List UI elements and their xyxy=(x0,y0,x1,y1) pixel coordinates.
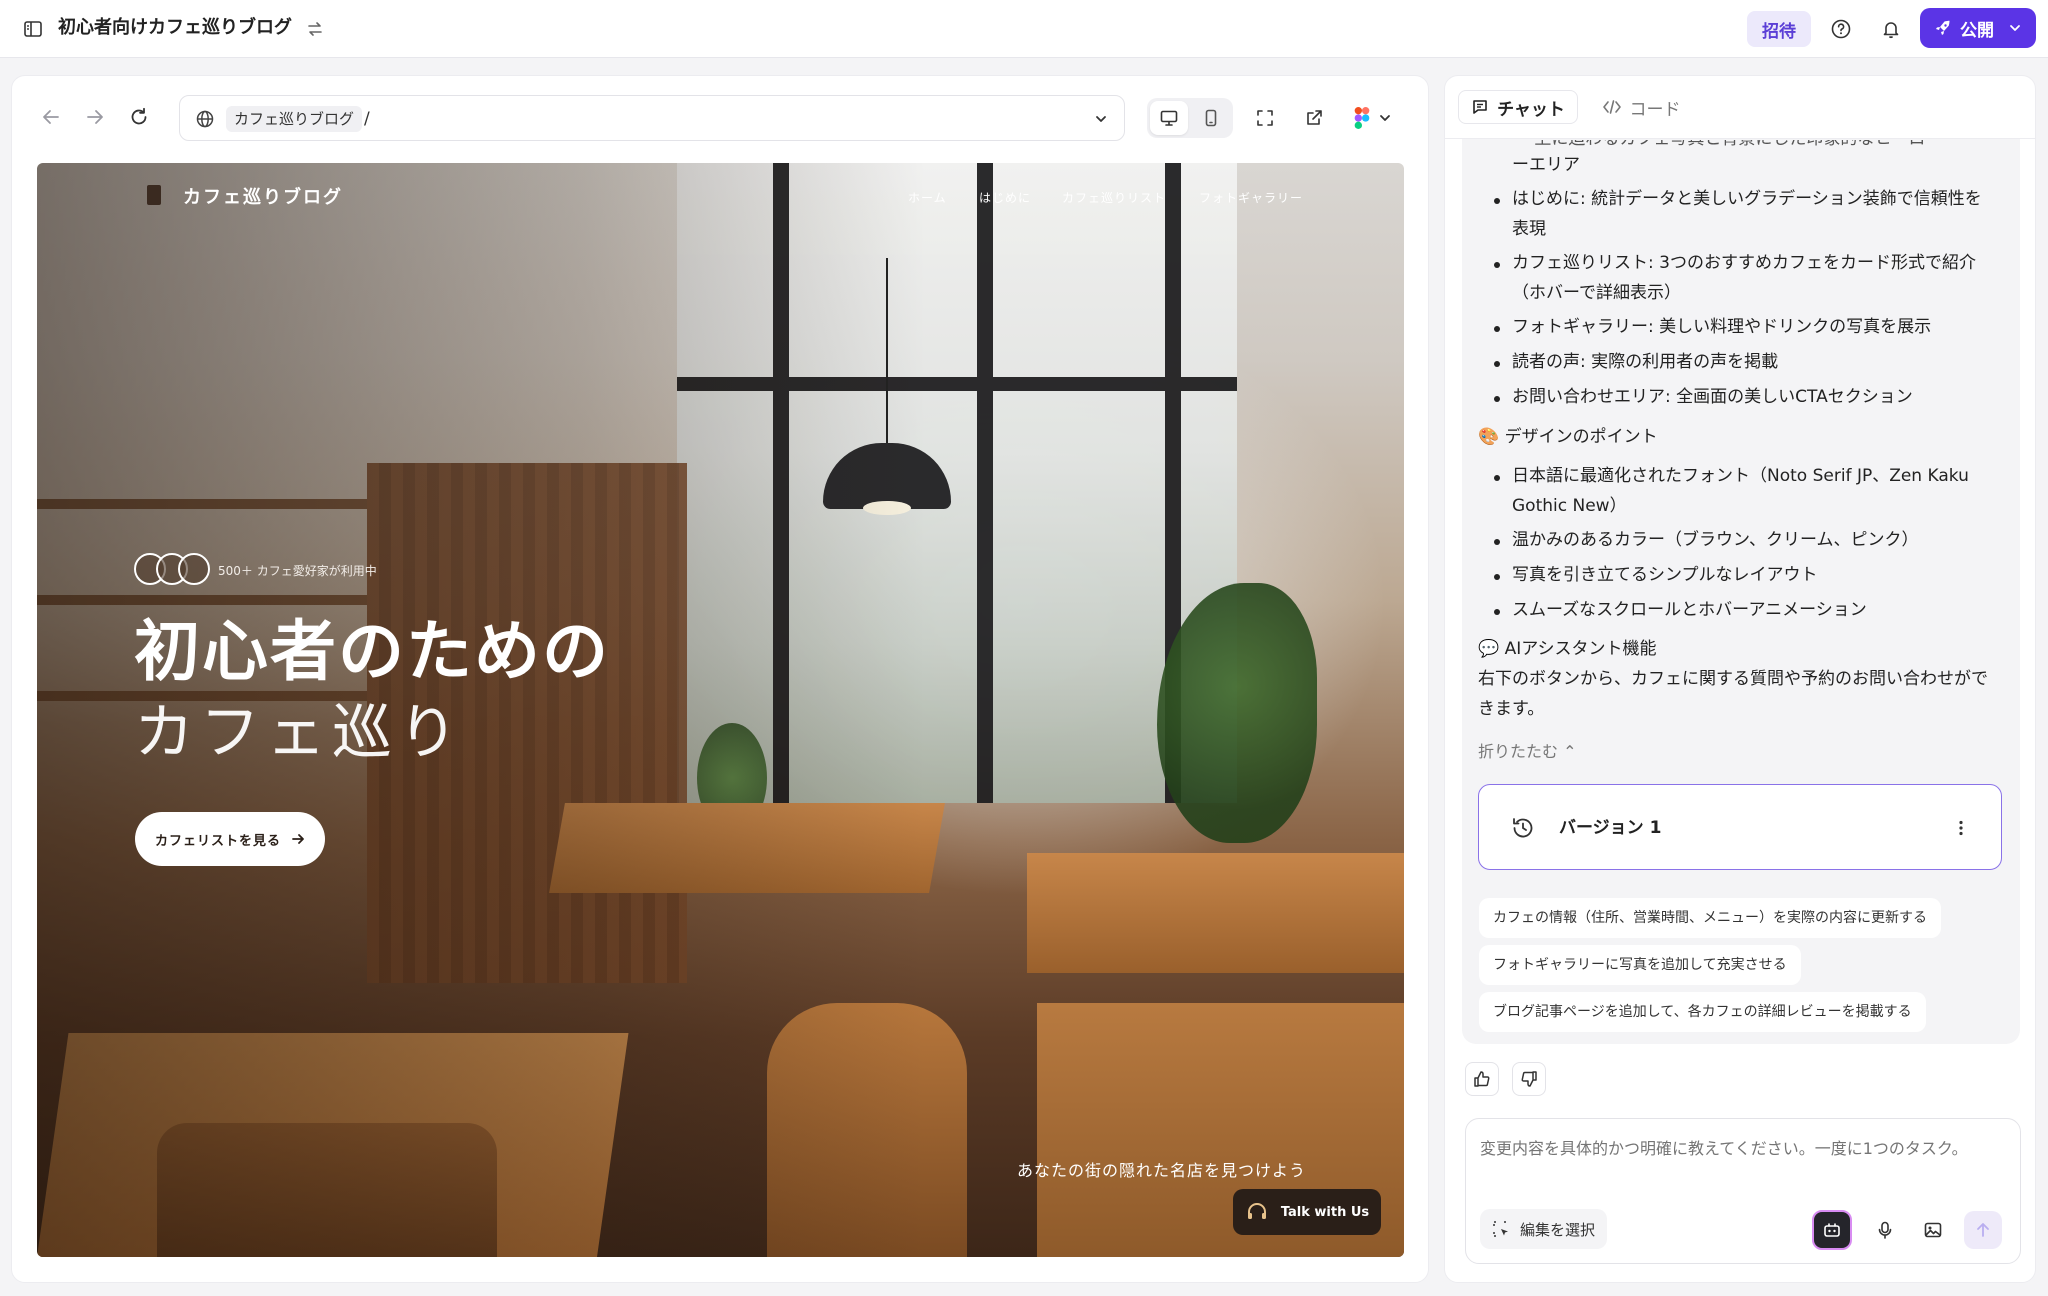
help-icon[interactable] xyxy=(1826,14,1856,44)
select-edit-button[interactable]: 編集を選択 xyxy=(1480,1209,1608,1249)
bullet xyxy=(1494,539,1500,545)
tab-code-label: コード xyxy=(1629,99,1681,120)
invite-button[interactable]: 招待 xyxy=(1747,11,1811,47)
site-logo-icon xyxy=(147,185,161,205)
bullet xyxy=(1494,396,1500,402)
user-avatars xyxy=(134,553,214,585)
figma-export-menu[interactable] xyxy=(1354,104,1404,132)
desktop-view-icon[interactable] xyxy=(1150,101,1188,135)
bullet xyxy=(1494,609,1500,615)
users-count-text: 500＋ カフェ愛好家が利用中 xyxy=(218,564,377,578)
message-line: 表現 xyxy=(1512,219,1546,239)
cafe-list-button[interactable]: カフェリストを見る xyxy=(135,812,325,866)
chat-bubble-icon xyxy=(1473,100,1487,114)
thumbs-down-icon[interactable] xyxy=(1512,1062,1546,1096)
avatar xyxy=(178,553,210,585)
message-line: 右下のボタンから、カフェに関する質問や予約のお問い合わせがで xyxy=(1478,669,1988,689)
talk-with-us-button[interactable]: Talk with Us xyxy=(1233,1189,1381,1235)
chevron-down-icon xyxy=(2010,25,2020,31)
select-cursor-icon xyxy=(1493,1221,1508,1237)
site-nav-cafe-list[interactable]: カフェ巡りリスト xyxy=(1062,189,1166,206)
tab-code[interactable]: コード xyxy=(1586,90,1696,124)
message-line: 写真を引き立てるシンプルなレイアウト xyxy=(1512,565,1818,585)
message-line: 読者の声: 実際の利用者の声を掲載 xyxy=(1512,352,1779,372)
website-preview[interactable]: カフェ巡りブログ ホーム はじめに カフェ巡りリスト フォトギャラリー 500＋… xyxy=(37,163,1404,1257)
bullet xyxy=(1494,198,1500,204)
select-edit-label: 編集を選択 xyxy=(1520,1220,1596,1239)
version-label: バージョン 1 xyxy=(1559,818,1662,838)
arrow-right-icon xyxy=(292,834,304,844)
tab-chat-label: チャット xyxy=(1497,99,1565,120)
message-line: Gothic New） xyxy=(1512,496,1627,516)
design-points-heading: 🎨 デザインのポイント xyxy=(1478,427,1658,447)
suggestion-chip[interactable]: ブログ記事ページを追加して、各カフェの詳細レビューを掲載する xyxy=(1479,992,1926,1032)
message-line: ーエリア xyxy=(1512,155,1580,175)
agent-mode-icon[interactable] xyxy=(1812,1210,1852,1250)
url-path: / xyxy=(364,109,370,129)
bullet xyxy=(1494,326,1500,332)
bullet xyxy=(1494,361,1500,367)
talk-label: Talk with Us xyxy=(1280,1204,1370,1220)
bell-icon[interactable] xyxy=(1876,14,1906,44)
message-line: カフェ巡りリスト: 3つのおすすめカフェをカード形式で紹介 xyxy=(1512,253,1976,273)
message-line: はじめに: 統計データと美しいグラデーション装飾で信頼性を xyxy=(1512,189,1982,209)
bullet xyxy=(1494,262,1500,268)
suggestion-chip[interactable]: フォトギャラリーに写真を追加して充実させる xyxy=(1479,945,1801,985)
fullscreen-icon[interactable] xyxy=(1252,105,1278,131)
reload-icon[interactable] xyxy=(126,104,152,130)
tab-chat[interactable]: チャット xyxy=(1458,90,1578,124)
history-icon xyxy=(1509,814,1537,842)
suggestion-chip[interactable]: カフェの情報（住所、営業時間、メニュー）を実際の内容に更新する xyxy=(1479,898,1941,938)
top-bar: 初心者向けカフェ巡りブログ 招待 公開 xyxy=(0,0,2048,58)
thumbs-up-icon[interactable] xyxy=(1465,1062,1499,1096)
publish-label: 公開 xyxy=(1960,20,1994,41)
bullet xyxy=(1494,475,1500,481)
chat-tabs: チャット コード xyxy=(1458,90,1698,124)
message-line: （ホバーで詳細表示） xyxy=(1512,283,1681,303)
message-line: お問い合わせエリア: 全画面の美しいCTAセクション xyxy=(1512,387,1913,407)
sidebar-toggle-icon[interactable] xyxy=(20,16,46,42)
switch-project-icon[interactable] xyxy=(302,16,328,42)
send-arrow-icon[interactable] xyxy=(1964,1211,2002,1249)
message-line: 日本語に最適化されたフォント（Noto Serif JP、Zen Kaku xyxy=(1512,466,1969,486)
url-site-chip[interactable]: カフェ巡りブログ xyxy=(226,106,363,132)
publish-button[interactable]: 公開 xyxy=(1920,8,2036,48)
hero-headline-1: 初心者のための xyxy=(134,612,610,690)
microphone-icon[interactable] xyxy=(1870,1215,1900,1245)
hero-headline-2: カフェ巡り xyxy=(134,698,464,768)
hero-tagline: あなたの街の隠れた名店を見つけよう xyxy=(1017,1161,1307,1180)
chevron-down-icon xyxy=(1380,115,1390,121)
collapse-button[interactable]: 折りたたむ ⌃ xyxy=(1478,738,1577,762)
project-title: 初心者向けカフェ巡りブログ xyxy=(58,17,292,38)
site-logo[interactable]: カフェ巡りブログ xyxy=(183,183,343,209)
rocket-icon xyxy=(1936,20,1950,35)
message-line: 温かみのあるカラー（ブラウン、クリーム、ピンク） xyxy=(1512,530,1919,550)
message-composer: 編集を選択 xyxy=(1465,1118,2021,1264)
more-vertical-icon[interactable] xyxy=(1947,814,1975,842)
chat-divider xyxy=(1445,138,2035,139)
forward-arrow-icon[interactable] xyxy=(82,104,108,130)
version-card[interactable]: バージョン 1 xyxy=(1478,784,2002,870)
message-line: きます。 xyxy=(1478,699,1545,719)
headset-icon xyxy=(1247,1203,1266,1219)
bullet xyxy=(1494,574,1500,580)
url-bar[interactable]: カフェ巡りブログ / xyxy=(179,95,1125,141)
mobile-view-icon[interactable] xyxy=(1192,101,1230,135)
cafe-list-label: カフェリストを見る xyxy=(154,833,281,849)
site-nav-about[interactable]: はじめに xyxy=(979,189,1031,206)
code-icon xyxy=(1602,100,1621,114)
back-arrow-icon[interactable] xyxy=(38,104,64,130)
site-nav-home[interactable]: ホーム xyxy=(908,189,947,206)
figma-icon xyxy=(1354,107,1370,129)
message-input[interactable] xyxy=(1480,1135,1990,1191)
message-line: フォトギャラリー: 美しい料理やドリンクの写真を展示 xyxy=(1512,317,1932,337)
chevron-down-icon[interactable] xyxy=(1090,108,1112,130)
image-upload-icon[interactable] xyxy=(1918,1215,1948,1245)
ai-assistant-heading: 💬 AIアシスタント機能 xyxy=(1478,639,1657,659)
device-toggle xyxy=(1147,98,1233,138)
site-nav-gallery[interactable]: フォトギャラリー xyxy=(1199,189,1303,206)
globe-icon xyxy=(194,108,216,130)
message-line: スムーズなスクロールとホバーアニメーション xyxy=(1512,600,1867,620)
open-external-icon[interactable] xyxy=(1301,105,1327,131)
